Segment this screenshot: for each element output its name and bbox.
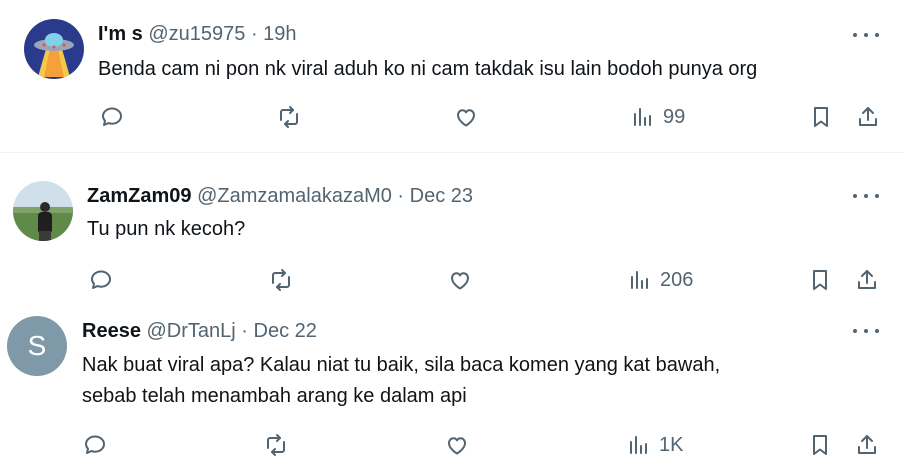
share-icon	[858, 435, 876, 454]
share-button[interactable]	[855, 268, 879, 292]
separator: ·	[235, 320, 254, 342]
tweet-text-line: Nak buat viral apa? Kalau niat tu baik, …	[82, 354, 721, 376]
views-chart-icon	[634, 108, 651, 126]
bookmark-button[interactable]	[809, 105, 833, 129]
views-chart-icon	[631, 271, 648, 289]
separator: ·	[245, 23, 264, 45]
separator: ·	[391, 185, 410, 207]
like-button[interactable]	[445, 433, 469, 457]
tweet-text: Benda cam ni pon nk viral aduh ko ni cam…	[98, 54, 757, 85]
repost-icon	[280, 106, 298, 128]
share-icon	[859, 107, 877, 126]
reply-icon	[85, 435, 105, 454]
like-button[interactable]	[454, 105, 478, 129]
bookmark-icon	[814, 107, 828, 127]
tweet-text-line: sebab telah menambah arang ke dalam api	[82, 385, 467, 407]
bookmark-button[interactable]	[808, 433, 832, 457]
view-count: 206	[660, 268, 694, 291]
tweet-3[interactable]: S Reese @DrTanLj · Dec 22 Nak buat viral…	[0, 305, 904, 468]
reply-icon	[102, 107, 122, 126]
timestamp[interactable]: Dec 23	[410, 185, 473, 207]
views-button[interactable]: 99	[631, 105, 685, 129]
avatar-photo[interactable]	[13, 181, 73, 241]
handle[interactable]: @ZamzamalakazaM0	[197, 185, 392, 207]
bookmark-icon	[813, 270, 827, 290]
heart-icon	[457, 109, 475, 127]
share-button[interactable]	[856, 105, 880, 129]
bookmark-icon	[813, 435, 827, 455]
repost-button[interactable]	[277, 105, 301, 129]
timestamp[interactable]: Dec 22	[254, 320, 317, 342]
tweet-header: Reese @DrTanLj · Dec 22	[82, 319, 317, 343]
more-options-icon[interactable]	[853, 186, 879, 206]
tweet-text-line: Benda cam ni pon nk viral aduh ko ni cam…	[98, 58, 758, 80]
view-count: 1K	[659, 433, 684, 456]
avatar-initial: S	[27, 330, 47, 361]
tweet-1[interactable]: I'm s @zu15975 · 19h Benda cam ni pon nk…	[0, 0, 904, 152]
repost-button[interactable]	[269, 268, 293, 292]
handle[interactable]: @zu15975	[148, 23, 245, 45]
more-options-icon[interactable]	[853, 321, 879, 341]
share-icon	[858, 270, 876, 289]
share-button[interactable]	[855, 433, 879, 457]
like-button[interactable]	[448, 268, 472, 292]
display-name[interactable]: I'm s	[98, 23, 143, 45]
avatar-ufo[interactable]	[24, 19, 84, 79]
tweet-header: ZamZam09 @ZamzamalakazaM0 · Dec 23	[87, 184, 473, 208]
reply-button[interactable]	[83, 433, 107, 457]
tweet-text: Nak buat viral apa? Kalau niat tu baik, …	[82, 350, 720, 412]
views-chart-icon	[630, 436, 647, 454]
tweet-text-line: Tu pun nk kecoh?	[87, 218, 246, 240]
reply-icon	[91, 270, 111, 289]
heart-icon	[451, 272, 469, 290]
repost-icon	[272, 269, 290, 291]
display-name[interactable]: ZamZam09	[87, 185, 192, 207]
repost-icon	[267, 434, 285, 456]
handle[interactable]: @DrTanLj	[147, 320, 236, 342]
display-name[interactable]: Reese	[82, 320, 141, 342]
tweet-text: Tu pun nk kecoh?	[87, 214, 245, 245]
reply-button[interactable]	[100, 105, 124, 129]
heart-icon	[448, 437, 466, 455]
repost-button[interactable]	[264, 433, 288, 457]
bookmark-button[interactable]	[808, 268, 832, 292]
tweet-header: I'm s @zu15975 · 19h	[98, 22, 297, 46]
more-options-icon[interactable]	[853, 25, 879, 45]
avatar-letter[interactable]: S	[7, 316, 67, 376]
views-button[interactable]: 206	[628, 268, 693, 292]
tweet-2[interactable]: ZamZam09 @ZamzamalakazaM0 · Dec 23 Tu pu…	[0, 153, 904, 305]
timestamp[interactable]: 19h	[263, 23, 296, 45]
reply-button[interactable]	[89, 268, 113, 292]
views-button[interactable]: 1K	[627, 433, 683, 457]
view-count: 99	[663, 105, 686, 128]
